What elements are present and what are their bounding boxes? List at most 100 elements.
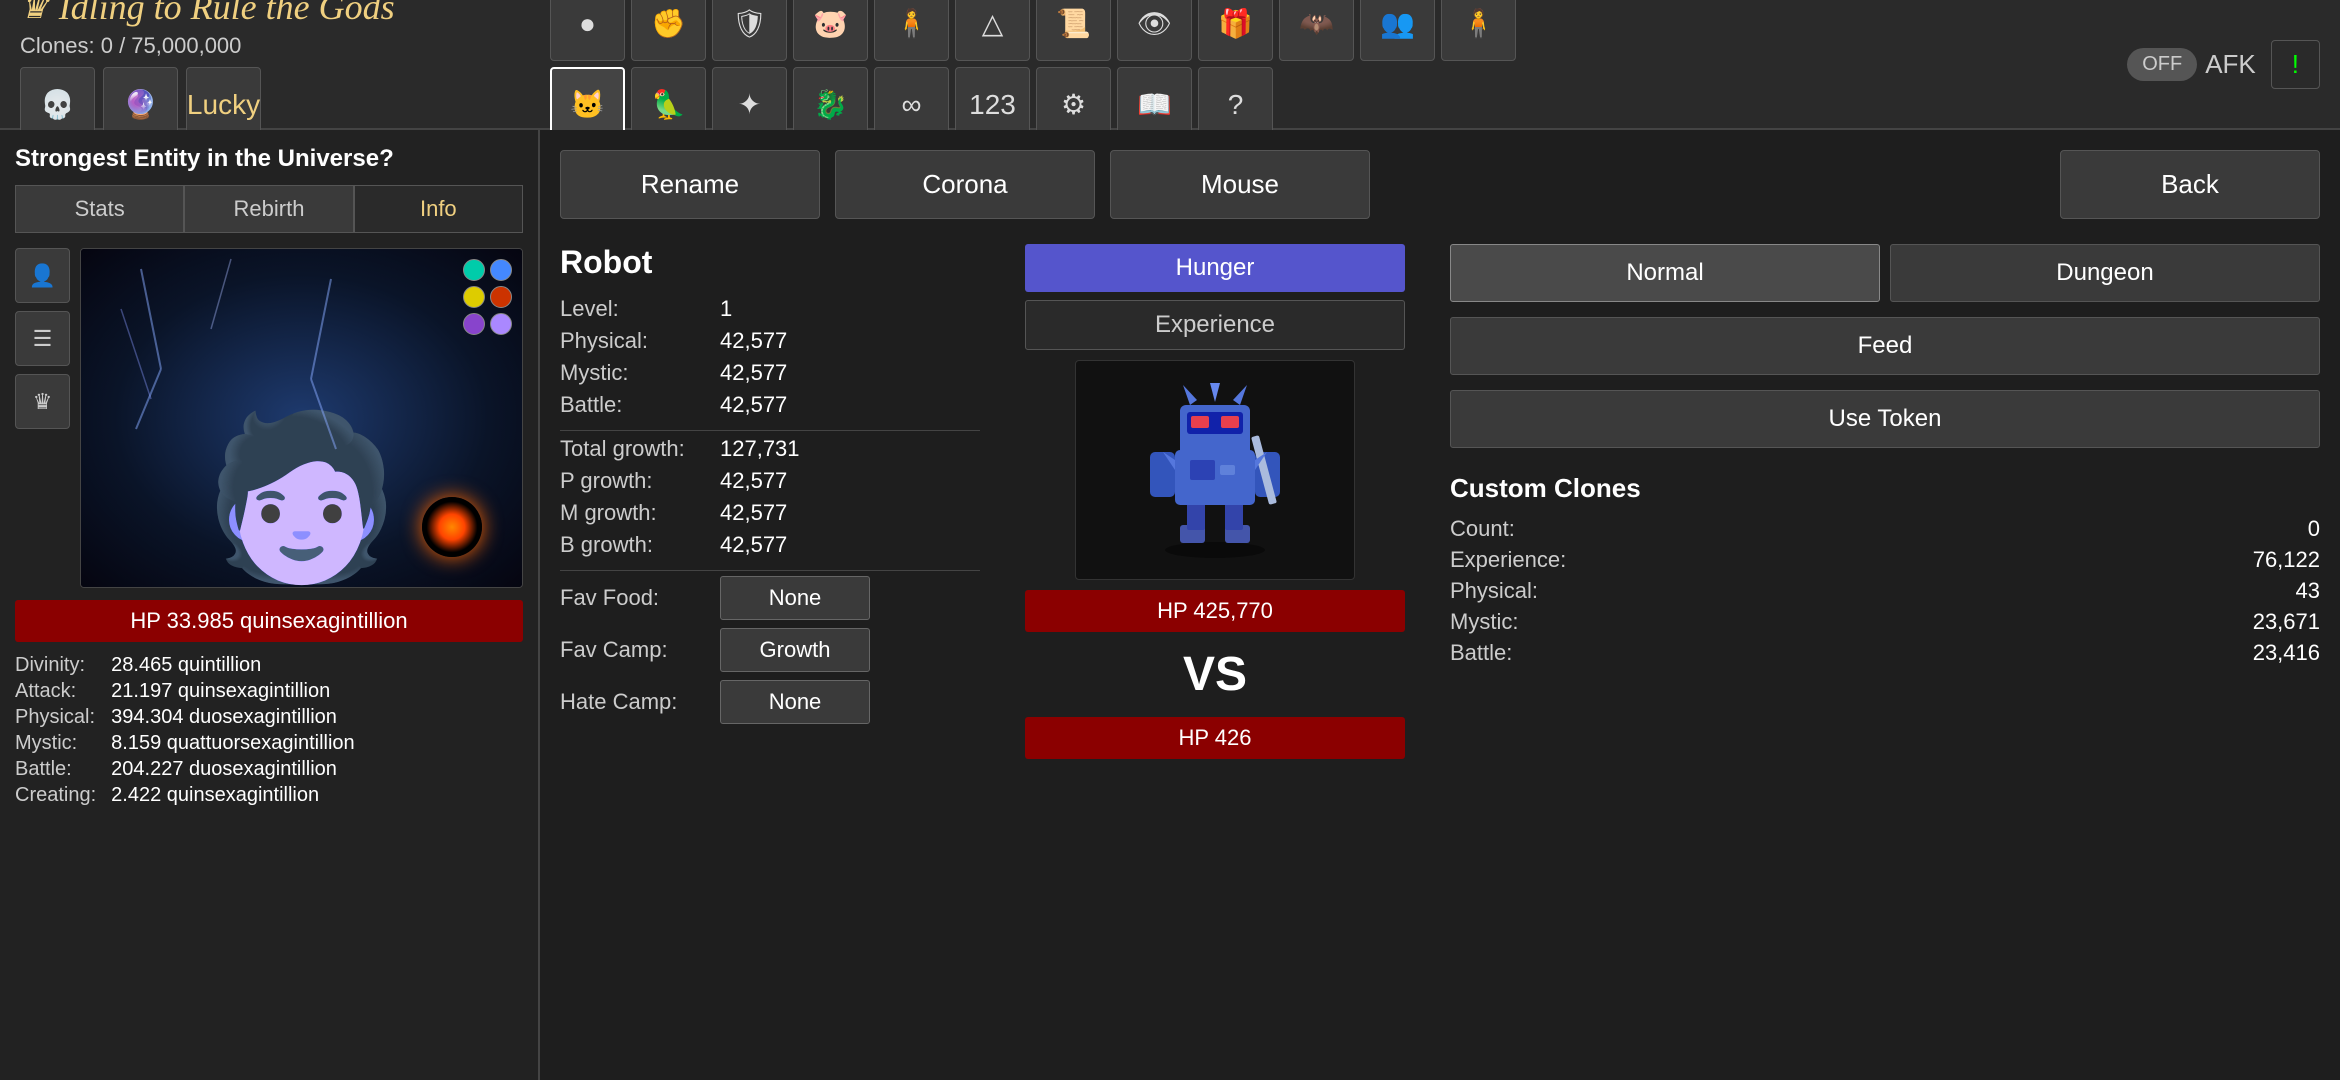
gem-blue <box>490 259 512 281</box>
stats-grid: Divinity: 28.465 quintillion Attack: 21.… <box>15 654 523 807</box>
pet-physical-label: Physical: <box>560 328 720 354</box>
pig-icon-btn[interactable]: 🐷 <box>793 0 868 61</box>
vs-text: VS <box>1183 647 1247 702</box>
dungeon-mode-btn[interactable]: Dungeon <box>1890 244 2320 302</box>
pet-battle-label: Battle: <box>560 392 720 418</box>
player-hp-bar: HP 426 <box>1025 717 1405 759</box>
hunger-bar-container: Hunger <box>1025 244 1405 292</box>
pet-mystic-value: 42,577 <box>720 360 787 386</box>
clone-myst-label: Mystic: <box>1450 609 1518 635</box>
fav-camp-row: Fav Camp: Growth <box>560 628 980 672</box>
hate-camp-row: Hate Camp: None <box>560 680 980 724</box>
rename-btn[interactable]: Rename <box>560 150 820 219</box>
hp-bar: HP 33.985 quinsexagintillion <box>15 600 523 642</box>
crown-btn[interactable]: ♛ <box>15 374 70 429</box>
people-icon-btn[interactable]: 👥 <box>1360 0 1435 61</box>
fav-camp-label: Fav Camp: <box>560 637 720 663</box>
physical-label: Physical: <box>15 706 96 729</box>
normal-mode-btn[interactable]: Normal <box>1450 244 1880 302</box>
clone-battle-value: 23,416 <box>2253 640 2320 666</box>
battle-value: 204.227 duosexagintillion <box>111 758 523 781</box>
scroll-icon-btn[interactable]: 📜 <box>1036 0 1111 61</box>
m-growth-value: 42,577 <box>720 500 787 526</box>
menu-btn[interactable]: ☰ <box>15 311 70 366</box>
figure-icon-btn[interactable]: 🧍 <box>1441 0 1516 61</box>
battle-mode-row: Normal Dungeon <box>1450 244 2320 302</box>
game-title-text: Idling to Rule the Gods <box>59 0 395 28</box>
pyramid-icon-btn[interactable]: △ <box>955 0 1030 61</box>
battle-section: Hunger Experience <box>1005 244 1425 759</box>
b-growth-row: B growth: 42,577 <box>560 532 980 558</box>
clone-myst-value: 23,671 <box>2253 609 2320 635</box>
chest-icon-btn[interactable]: 🎁 <box>1198 0 1273 61</box>
action-bar: Rename Corona Mouse Back <box>560 150 2320 219</box>
battle-label: Battle: <box>15 758 96 781</box>
hate-camp-label: Hate Camp: <box>560 689 720 715</box>
use-token-btn[interactable]: Use Token <box>1450 390 2320 448</box>
gems-area <box>463 259 512 335</box>
top-bar-right: OFF AFK ! <box>2127 40 2340 89</box>
clone-phys-label: Physical: <box>1450 578 1538 604</box>
tab-stats[interactable]: Stats <box>15 185 184 233</box>
clone-myst-row: Mystic: 23,671 <box>1450 609 2320 635</box>
corona-btn[interactable]: Corona <box>835 150 1095 219</box>
b-growth-value: 42,577 <box>720 532 787 558</box>
char-sidebar: 👤 ☰ ♛ <box>15 248 70 588</box>
fist-icon-btn[interactable]: ✊ <box>631 0 706 61</box>
p-growth-row: P growth: 42,577 <box>560 468 980 494</box>
panel-title: Strongest Entity in the Universe? <box>15 145 523 173</box>
creating-label: Creating: <box>15 784 96 807</box>
wings-icon-btn[interactable]: 🦇 <box>1279 0 1354 61</box>
fav-camp-btn[interactable]: Growth <box>720 628 870 672</box>
pet-physical-row: Physical: 42,577 <box>560 328 980 354</box>
afk-label: AFK <box>2205 49 2256 80</box>
clones-info: Clones: 0 / 75,000,000 <box>20 33 520 59</box>
right-controls: Normal Dungeon Feed Use Token Custom Clo… <box>1450 244 2320 759</box>
back-btn[interactable]: Back <box>2060 150 2320 219</box>
custom-clones-section: Custom Clones Count: 0 Experience: 76,12… <box>1450 473 2320 671</box>
tab-rebirth[interactable]: Rebirth <box>184 185 353 233</box>
growth-divider <box>560 430 980 431</box>
pet-sprite-container <box>1135 380 1295 560</box>
clone-exp-label: Experience: <box>1450 547 1566 573</box>
custom-clones-title: Custom Clones <box>1450 473 2320 504</box>
gem-yellow <box>463 286 485 308</box>
level-value: 1 <box>720 296 732 322</box>
toggle-state: OFF <box>2142 53 2182 75</box>
clone-phys-value: 43 <box>2296 578 2320 604</box>
clone-battle-row: Battle: 23,416 <box>1450 640 2320 666</box>
char-portrait: 🧑 <box>80 248 523 588</box>
mystic-value: 8.159 quattuorsexagintillion <box>111 732 523 755</box>
feed-btn[interactable]: Feed <box>1450 317 2320 375</box>
avatar-btn[interactable]: 👤 <box>15 248 70 303</box>
person-icon-btn[interactable]: 🧍 <box>874 0 949 61</box>
clones-value: 0 / 75,000,000 <box>101 33 242 58</box>
pet-battle-value: 42,577 <box>720 392 787 418</box>
fav-food-btn[interactable]: None <box>720 576 870 620</box>
m-growth-label: M growth: <box>560 500 720 526</box>
p-growth-label: P growth: <box>560 468 720 494</box>
pet-physical-value: 42,577 <box>720 328 787 354</box>
divinity-label: Divinity: <box>15 654 96 677</box>
level-row: Level: 1 <box>560 296 980 322</box>
pet-battle-row: Battle: 42,577 <box>560 392 980 418</box>
pet-svg <box>1135 380 1295 560</box>
shield-icon-btn[interactable]: 🛡 <box>712 0 787 61</box>
hate-camp-btn[interactable]: None <box>720 680 870 724</box>
mouse-btn[interactable]: Mouse <box>1110 150 1370 219</box>
tab-row: Stats Rebirth Info <box>15 185 523 233</box>
toggle-switch[interactable]: OFF <box>2127 48 2197 81</box>
tab-info[interactable]: Info <box>354 185 523 233</box>
clone-count-row: Count: 0 <box>1450 516 2320 542</box>
right-panel: Rename Corona Mouse Back Robot Level: 1 … <box>540 130 2340 1080</box>
b-growth-label: B growth: <box>560 532 720 558</box>
light-icon-btn[interactable]: ● <box>550 0 625 61</box>
clone-phys-row: Physical: 43 <box>1450 578 2320 604</box>
clone-count-value: 0 <box>2308 516 2320 542</box>
notification-btn[interactable]: ! <box>2271 40 2320 89</box>
pet-mystic-row: Mystic: 42,577 <box>560 360 980 386</box>
eye-icon-btn[interactable]: 👁 <box>1117 0 1192 61</box>
physical-value: 394.304 duosexagintillion <box>111 706 523 729</box>
crown-icon: ♛ <box>20 0 49 26</box>
experience-bar: Experience <box>1025 300 1405 350</box>
